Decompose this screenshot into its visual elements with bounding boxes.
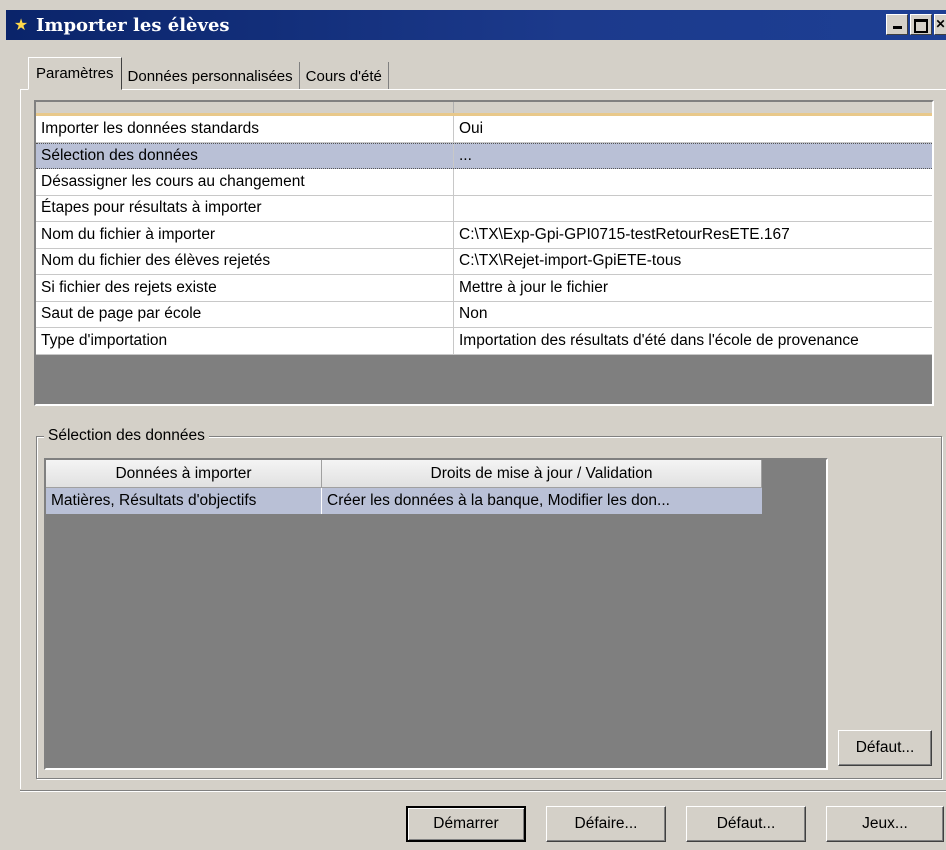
- setting-row[interactable]: Saut de page par école Non: [36, 301, 932, 328]
- data-selection-default-button[interactable]: Défaut...: [838, 730, 932, 766]
- setting-name: Étapes pour résultats à importer: [36, 195, 454, 221]
- column-header-data[interactable]: Données à importer: [46, 460, 322, 488]
- setting-value[interactable]: Importation des résultats d'été dans l'é…: [454, 328, 932, 354]
- setting-name: Sélection des données: [36, 143, 454, 168]
- data-selection-table[interactable]: Données à importer Droits de mise à jour…: [44, 458, 828, 770]
- setting-row[interactable]: Importer les données standards Oui: [36, 116, 932, 143]
- undo-button[interactable]: Défaire...: [546, 806, 666, 842]
- settings-grid[interactable]: Importer les données standards Oui Sélecti…: [34, 100, 934, 406]
- settings-grid-header: [36, 102, 932, 116]
- setting-value[interactable]: Oui: [454, 116, 932, 142]
- setting-name: Désassigner les cours au changement: [36, 169, 454, 195]
- setting-value[interactable]: Mettre à jour le fichier: [454, 275, 932, 301]
- setting-value[interactable]: [454, 169, 932, 195]
- setting-row[interactable]: Type d'importation Importation des résult…: [36, 328, 932, 355]
- setting-value[interactable]: Non: [454, 302, 932, 328]
- default-button[interactable]: Défaut...: [686, 806, 806, 842]
- footer-separator: [20, 790, 946, 792]
- setting-name: Si fichier des rejets existe: [36, 275, 454, 301]
- title-bar[interactable]: ★ Importer les élèves ✕: [6, 10, 946, 40]
- setting-row[interactable]: Si fichier des rejets existe Mettre à jou…: [36, 275, 932, 302]
- cell-rights: Créer les données à la banque, Modifier …: [327, 492, 670, 509]
- setting-row[interactable]: Nom du fichier des élèves rejetés C:\TX\R…: [36, 248, 932, 275]
- data-selection-group-label: Sélection des données: [44, 427, 209, 445]
- window-title: Importer les élèves: [36, 14, 230, 36]
- tab-bar: Paramètres Données personnalisées Cours …: [28, 57, 389, 90]
- setting-value[interactable]: ...: [454, 144, 932, 169]
- tab-donnees-personnalisees[interactable]: Données personnalisées: [122, 62, 300, 90]
- setting-row[interactable]: Désassigner les cours au changement: [36, 169, 932, 196]
- setting-value[interactable]: C:\TX\Rejet-import-GpiETE-tous: [454, 249, 932, 275]
- window-controls: ✕: [886, 14, 946, 35]
- tab-parametres[interactable]: Paramètres: [28, 57, 122, 90]
- sets-button[interactable]: Jeux...: [826, 806, 944, 842]
- setting-name: Nom du fichier à importer: [36, 222, 454, 248]
- setting-value[interactable]: [454, 196, 932, 222]
- setting-row[interactable]: Étapes pour résultats à importer: [36, 195, 932, 222]
- maximize-button[interactable]: [910, 14, 932, 35]
- setting-row[interactable]: Nom du fichier à importer C:\TX\Exp-Gpi-G…: [36, 222, 932, 249]
- minimize-button[interactable]: [886, 14, 908, 35]
- person-icon: ★: [13, 17, 29, 34]
- setting-value[interactable]: C:\TX\Exp-Gpi-GPI0715-testRetourResETE.1…: [454, 222, 932, 248]
- column-header-rights[interactable]: Droits de mise à jour / Validation: [322, 460, 762, 488]
- setting-name: Importer les données standards: [36, 116, 454, 142]
- tab-cours-ete[interactable]: Cours d'été: [300, 62, 389, 90]
- start-button[interactable]: Démarrer: [406, 806, 526, 842]
- setting-name: Saut de page par école: [36, 301, 454, 327]
- setting-row[interactable]: Sélection des données...: [36, 142, 932, 169]
- setting-name: Type d'importation: [36, 328, 454, 354]
- cell-data: Matières, Résultats d'objectifs: [46, 488, 322, 514]
- setting-name: Nom du fichier des élèves rejetés: [36, 248, 454, 274]
- table-row[interactable]: Matières, Résultats d'objectifs Créer le…: [46, 488, 762, 514]
- data-selection-header: Données à importer Droits de mise à jour…: [46, 460, 762, 488]
- close-button[interactable]: ✕: [934, 14, 946, 35]
